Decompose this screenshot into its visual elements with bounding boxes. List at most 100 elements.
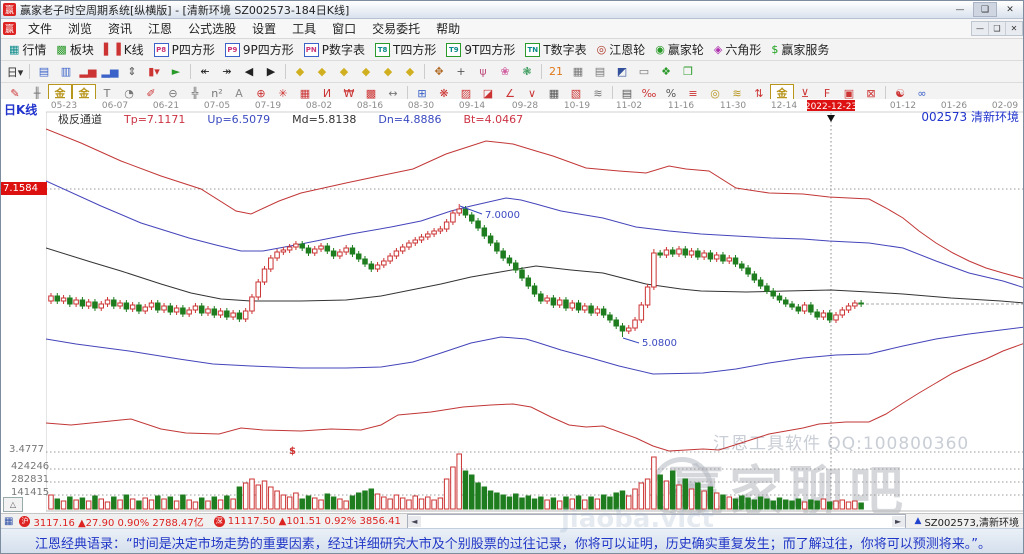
- expand-pane-button[interactable]: △: [3, 497, 23, 512]
- svg-text:11-30: 11-30: [720, 101, 746, 111]
- candle-style-dropdown[interactable]: ▮▾: [143, 63, 165, 80]
- red-bars-icon[interactable]: ▂▅: [77, 63, 99, 80]
- mdi-minimize-button[interactable]: —: [972, 22, 988, 35]
- title-bar: 赢 赢家老子时空周期系统[纵横版] - [清新环境 SZ002573-184日K…: [1, 1, 1023, 19]
- printer-icon[interactable]: ▭: [633, 63, 655, 80]
- diamond-right-icon[interactable]: ◆: [311, 63, 333, 80]
- next-bar-icon[interactable]: ▶: [260, 63, 282, 80]
- calendar-21-icon[interactable]: 21: [545, 63, 567, 80]
- quote-grid-icon[interactable]: ▦: [4, 516, 13, 527]
- tb2-separator: [424, 64, 425, 79]
- svg-text:06-07: 06-07: [102, 101, 128, 111]
- svg-text:$: $: [289, 446, 296, 457]
- menu-item-settings[interactable]: 设置: [244, 21, 284, 37]
- hand-tool-icon[interactable]: ✥: [428, 63, 450, 80]
- 9p-square-label: 9P四方形: [243, 41, 294, 58]
- blue-bars-icon[interactable]: ▂▅: [99, 63, 121, 80]
- toolbar-button-gann-wheel[interactable]: ◎江恩轮: [592, 41, 651, 59]
- menu-item-news[interactable]: 资讯: [100, 21, 140, 37]
- toolbar-button-t-square[interactable]: T8T四方形: [370, 41, 441, 59]
- channel-line-bt: [46, 343, 1024, 451]
- scroll-right-button[interactable]: ►: [892, 516, 905, 527]
- sectors-icon: ▩: [56, 44, 66, 55]
- mdi-close-button[interactable]: ✕: [1005, 22, 1022, 35]
- p-square-label: P四方形: [172, 41, 215, 58]
- notebook-icon[interactable]: ▤: [589, 63, 611, 80]
- diamond-v-icon[interactable]: ◆: [377, 63, 399, 80]
- winner-wheel-label: 赢家轮: [668, 41, 704, 58]
- t-number-table-icon: TN: [525, 43, 540, 57]
- diamond-vexpand-icon[interactable]: ◆: [399, 63, 421, 80]
- hexagon-icon: ◈: [714, 44, 722, 55]
- diamond-h-icon[interactable]: ◆: [333, 63, 355, 80]
- period-day-dropdown[interactable]: 日▾: [4, 63, 26, 80]
- menu-items: 文件浏览资讯江恩公式选股设置工具窗口交易委托帮助: [20, 20, 468, 37]
- toolbar-button-p-number-table[interactable]: PNP数字表: [299, 41, 370, 59]
- updown-arrow-icon[interactable]: ⇕: [121, 63, 143, 80]
- toolbar-button-winner-wheel[interactable]: ◉赢家轮: [650, 41, 709, 59]
- menu-item-file[interactable]: 文件: [20, 21, 60, 37]
- 9p-square-icon: P9: [225, 43, 240, 57]
- mdi-restore-button[interactable]: ❑: [988, 22, 1005, 35]
- 9t-square-icon: T9: [446, 43, 461, 57]
- chart-grid-icon[interactable]: ▥: [55, 63, 77, 80]
- menu-item-formula-stock-pick[interactable]: 公式选股: [180, 21, 244, 37]
- menu-item-trade[interactable]: 交易委托: [364, 21, 428, 37]
- first-bar-icon[interactable]: ↞: [194, 63, 216, 80]
- channel-line-dn: [46, 327, 1024, 374]
- toolbar-button-kline[interactable]: ▌▐K线: [99, 41, 149, 59]
- t-square-icon: T8: [375, 43, 390, 57]
- shanghai-index-quote: 3117.16 ▲27.90 0.90% 2788.47亿: [33, 514, 203, 529]
- toolbar-button-quotes[interactable]: ▦行情: [4, 41, 51, 59]
- svg-text:07-05: 07-05: [204, 101, 230, 111]
- close-button[interactable]: ✕: [999, 3, 1021, 16]
- tb2-separator: [29, 64, 30, 79]
- last-bar-icon[interactable]: ↠: [216, 63, 238, 80]
- restore-button[interactable]: ❑: [973, 2, 997, 17]
- kline-chart-canvas[interactable]: 05-2306-0706-2107-0507-1908-0208-1608-30…: [46, 99, 1024, 513]
- horizontal-scrollbar[interactable]: ◄ ►: [407, 514, 906, 529]
- svg-text:08-02: 08-02: [306, 101, 332, 111]
- svg-text:11-16: 11-16: [668, 101, 694, 111]
- calculator-icon[interactable]: ▦: [567, 63, 589, 80]
- menu-item-tools[interactable]: 工具: [284, 21, 324, 37]
- toolbar-button-sectors[interactable]: ▩ 板块: [51, 41, 98, 59]
- toolbar-button-winner-service[interactable]: $赢家服务: [766, 41, 834, 59]
- leaf-tool-icon[interactable]: ❃: [516, 63, 538, 80]
- toolbar-button-t-number-table[interactable]: TNT数字表: [520, 41, 591, 59]
- scroll-left-button[interactable]: ◄: [408, 516, 421, 527]
- hexagon-label: 六角形: [725, 41, 761, 58]
- toolbar-button-9p-square[interactable]: P99P四方形: [220, 41, 299, 59]
- menu-item-window[interactable]: 窗口: [324, 21, 364, 37]
- tb2-separator: [285, 64, 286, 79]
- p-square-icon: P8: [154, 43, 169, 57]
- menu-item-browse[interactable]: 浏览: [60, 21, 100, 37]
- flag-icon[interactable]: ►: [165, 63, 187, 80]
- svg-text:01-12: 01-12: [890, 101, 916, 111]
- toolbar-button-9t-square[interactable]: T99T四方形: [441, 41, 520, 59]
- menu-item-help[interactable]: 帮助: [428, 21, 468, 37]
- chart-area: 江恩工具软件 QQ:100800360 财赢 赢家聊吧 05-2306-0706…: [1, 99, 1024, 513]
- diamond-expand-icon[interactable]: ◆: [355, 63, 377, 80]
- dollar-level-label: 3.4777: [9, 444, 44, 455]
- prev-bar-icon[interactable]: ◀: [238, 63, 260, 80]
- mail-icon[interactable]: ❒: [677, 63, 699, 80]
- diamond-left-icon[interactable]: ◆: [289, 63, 311, 80]
- quotes-icon: ▦: [9, 44, 19, 55]
- export-icon[interactable]: ❖: [655, 63, 677, 80]
- p-number-table-label: P数字表: [322, 41, 365, 58]
- toolbar-button-hexagon[interactable]: ◈六角形: [709, 41, 766, 59]
- toolbar-button-p-square[interactable]: P8P四方形: [149, 41, 220, 59]
- curve-tool-icon[interactable]: ψ: [472, 63, 494, 80]
- menu-item-gann[interactable]: 江恩: [140, 21, 180, 37]
- chart-window-icon[interactable]: ▤: [33, 63, 55, 80]
- minimize-button[interactable]: —: [949, 3, 971, 16]
- save-icon[interactable]: ◩: [611, 63, 633, 80]
- menu-logo-icon: 赢: [3, 22, 16, 35]
- sectors-label: 板块: [70, 41, 94, 58]
- mdi-controls: — ❑ ✕: [971, 21, 1023, 36]
- current-stock-label: SZ002573,清新环境: [924, 514, 1019, 529]
- t-number-table-label: T数字表: [543, 41, 586, 58]
- flower-tool-icon[interactable]: ❀: [494, 63, 516, 80]
- crosshair-icon[interactable]: +: [450, 63, 472, 80]
